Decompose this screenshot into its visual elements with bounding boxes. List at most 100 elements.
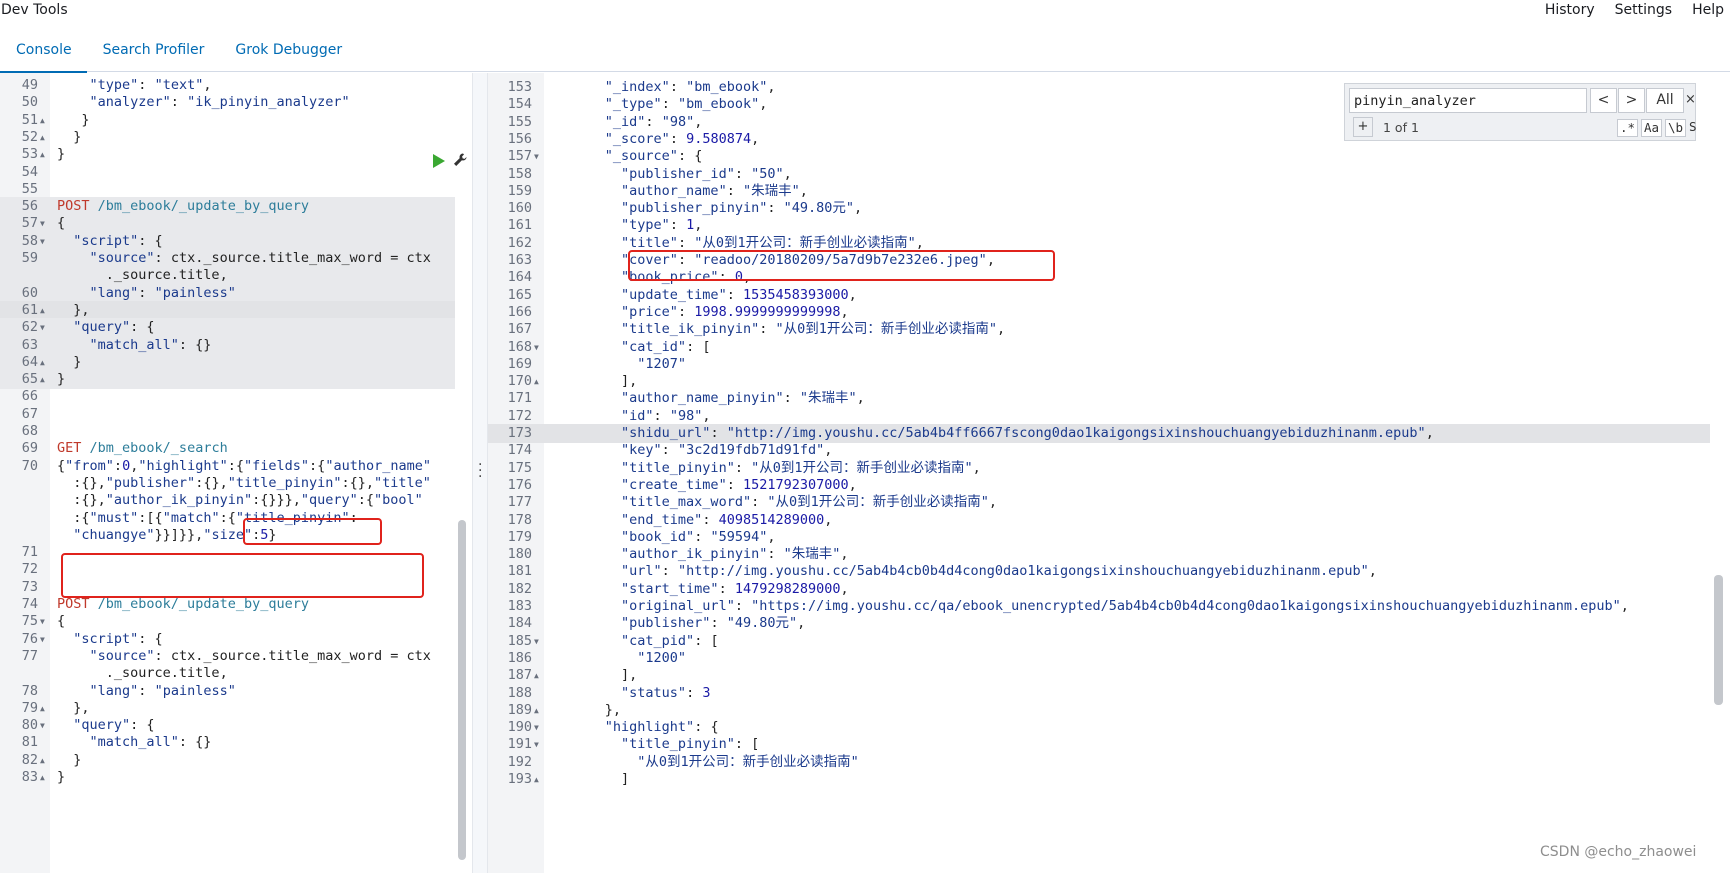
find-next-button[interactable]: > — [1618, 88, 1645, 113]
code-line[interactable]: 181 "url": "http://img.youshu.cc/5ab4b4c… — [488, 562, 1710, 581]
code-line[interactable]: 183 "original_url": "https://img.youshu.… — [488, 597, 1710, 616]
resize-handle-icon[interactable]: · · · — [478, 458, 484, 484]
code-line[interactable]: 68 — [0, 422, 455, 441]
code-line[interactable]: 79 ▲ }, — [0, 699, 455, 718]
code-line[interactable]: 64 ▲ } — [0, 352, 455, 372]
fold-open-icon[interactable]: ▼ — [534, 338, 539, 357]
fold-open-icon[interactable]: ▼ — [534, 735, 539, 754]
code-line[interactable]: 191 ▼ "title_pinyin": [ — [488, 735, 1710, 754]
code-line[interactable]: 193 ▲ ] — [488, 770, 1710, 789]
fold-close-icon[interactable]: ▲ — [40, 370, 45, 389]
code-line[interactable]: 83 ▲} — [0, 768, 455, 787]
code-line[interactable]: 162 "title": "从0到1开公司：新手创业必读指南", — [488, 234, 1710, 253]
code-line[interactable]: 171 "author_name_pinyin": "朱瑞丰", — [488, 389, 1710, 408]
code-line[interactable]: 179 "book_id": "59594", — [488, 528, 1710, 547]
fold-open-icon[interactable]: ▼ — [534, 147, 539, 166]
code-line[interactable]: 163 "cover": "readoo/20180209/5a7d9b7e23… — [488, 251, 1710, 270]
fold-close-icon[interactable]: ▲ — [534, 666, 539, 685]
code-line[interactable]: 190 ▼ "highlight": { — [488, 718, 1710, 737]
code-line[interactable]: 49 "type": "text", — [0, 76, 455, 95]
code-line[interactable]: 158 "publisher_id": "50", — [488, 165, 1710, 184]
code-line[interactable]: 157 ▼ "_source": { — [488, 147, 1710, 166]
code-line[interactable]: ._source.title, — [0, 266, 455, 286]
code-line[interactable]: 55 — [0, 180, 455, 199]
code-line[interactable]: 161 "type": 1, — [488, 216, 1710, 235]
code-line[interactable]: 65 ▲} — [0, 370, 455, 390]
code-line[interactable]: 169 "1207" — [488, 355, 1710, 374]
fold-open-icon[interactable]: ▼ — [40, 214, 45, 233]
code-line[interactable]: 180 "author_ik_pinyin": "朱瑞丰", — [488, 545, 1710, 564]
code-line[interactable]: 54 — [0, 163, 455, 182]
fold-open-icon[interactable]: ▼ — [40, 232, 45, 251]
fold-close-icon[interactable]: ▲ — [40, 353, 45, 372]
response-scrollbar[interactable] — [1714, 575, 1723, 705]
help-link[interactable]: Help — [1692, 2, 1724, 18]
code-line[interactable]: 187 ▲ ], — [488, 666, 1710, 685]
code-line[interactable]: 172 "id": "98", — [488, 407, 1710, 426]
code-line[interactable]: 189 ▲ }, — [488, 701, 1710, 720]
fold-close-icon[interactable]: ▲ — [534, 701, 539, 720]
find-all-button[interactable]: All — [1646, 88, 1684, 113]
code-line[interactable]: 188 "status": 3 — [488, 684, 1710, 703]
regex-toggle[interactable]: .* — [1617, 119, 1639, 137]
code-line[interactable]: 58 ▼ "script": { — [0, 231, 455, 251]
request-scrollbar[interactable] — [458, 520, 466, 860]
code-line[interactable]: 82 ▲ } — [0, 751, 455, 770]
code-line[interactable]: 170 ▲ ], — [488, 372, 1710, 391]
replace-toggle-button[interactable]: + — [1353, 117, 1373, 137]
find-prev-button[interactable]: < — [1590, 88, 1617, 113]
code-line[interactable]: 62 ▼ "query": { — [0, 318, 455, 338]
code-line[interactable]: 160 "publisher_pinyin": "49.80元", — [488, 199, 1710, 218]
code-line[interactable]: 74 POST /bm_ebook/_update_by_query — [0, 595, 455, 614]
code-line[interactable]: 73 — [0, 578, 455, 597]
wrench-icon[interactable] — [452, 152, 468, 168]
code-line[interactable]: 50 "analyzer": "ik_pinyin_analyzer" — [0, 93, 455, 112]
history-link[interactable]: History — [1545, 2, 1595, 18]
code-line[interactable]: 77 "source": ctx._source.title_max_word … — [0, 647, 455, 666]
code-line[interactable]: 176 "create_time": 1521792307000, — [488, 476, 1710, 495]
fold-open-icon[interactable]: ▼ — [534, 718, 539, 737]
code-line[interactable]: 72 — [0, 560, 455, 579]
fold-close-icon[interactable]: ▲ — [534, 372, 539, 391]
code-line[interactable]: 165 "update_time": 1535458393000, — [488, 286, 1710, 305]
tab-console[interactable]: Console — [0, 34, 87, 73]
settings-link[interactable]: Settings — [1615, 2, 1672, 18]
code-line[interactable]: 76 ▼ "script": { — [0, 630, 455, 649]
code-line[interactable]: 173 "shidu_url": "http://img.youshu.cc/5… — [488, 424, 1710, 443]
code-line[interactable]: :{},"author_ik_pinyin":{}}},"query":{"bo… — [0, 491, 455, 510]
code-line[interactable]: 51 ▲ } — [0, 111, 455, 130]
search-input[interactable] — [1349, 88, 1587, 113]
fold-open-icon[interactable]: ▼ — [40, 630, 45, 649]
code-line[interactable]: 69 GET /bm_ebook/_search — [0, 439, 455, 458]
code-line[interactable]: 177 "title_max_word": "从0到1开公司：新手创业必读指南"… — [488, 493, 1710, 512]
code-line[interactable]: 57 ▼ { — [0, 214, 455, 234]
code-line[interactable]: 186 "1200" — [488, 649, 1710, 668]
response-viewer[interactable]: 153 "_index": "bm_ebook", 154 "_type": "b… — [488, 73, 1730, 873]
fold-close-icon[interactable]: ▲ — [40, 301, 45, 320]
code-line[interactable]: 168 ▼ "cat_id": [ — [488, 338, 1710, 357]
code-line[interactable]: 53 ▲} — [0, 145, 455, 164]
close-icon[interactable]: × — [1685, 88, 1697, 111]
code-line[interactable]: 52 ▲ } — [0, 128, 455, 147]
code-line[interactable]: "chuangye"}}]}},"size":5} — [0, 526, 455, 545]
code-line[interactable]: 192 "从0到1开公司：新手创业必读指南" — [488, 753, 1710, 772]
fold-open-icon[interactable]: ▼ — [40, 612, 45, 631]
code-line[interactable]: 81 "match_all": {} — [0, 733, 455, 752]
code-line[interactable]: ._source.title, — [0, 664, 455, 683]
code-line[interactable]: 60 "lang": "painless" — [0, 283, 455, 303]
code-line[interactable]: 56 POST /bm_ebook/_update_by_query — [0, 197, 455, 217]
code-line[interactable]: 67 — [0, 405, 455, 424]
code-line[interactable]: 59 "source": ctx._source.title_max_word … — [0, 249, 455, 268]
fold-close-icon[interactable]: ▲ — [40, 699, 45, 718]
code-line[interactable]: 75 ▼ { — [0, 612, 455, 631]
code-line[interactable]: 182 "start_time": 1479298289000, — [488, 580, 1710, 599]
code-line[interactable]: 70 {"from":0,"highlight":{"fields":{"auth… — [0, 457, 455, 476]
pane-divider[interactable]: · · · — [472, 73, 488, 873]
code-line[interactable]: 159 "author_name": "朱瑞丰", — [488, 182, 1710, 201]
code-line[interactable]: 166 "price": 1998.9999999999998, — [488, 303, 1710, 322]
fold-close-icon[interactable]: ▲ — [40, 128, 45, 147]
code-line[interactable]: 66 — [0, 387, 455, 406]
code-line[interactable]: :{},"publisher":{},"title_pinyin":{},"ti… — [0, 474, 455, 493]
fold-open-icon[interactable]: ▼ — [534, 632, 539, 651]
fold-open-icon[interactable]: ▼ — [40, 716, 45, 735]
